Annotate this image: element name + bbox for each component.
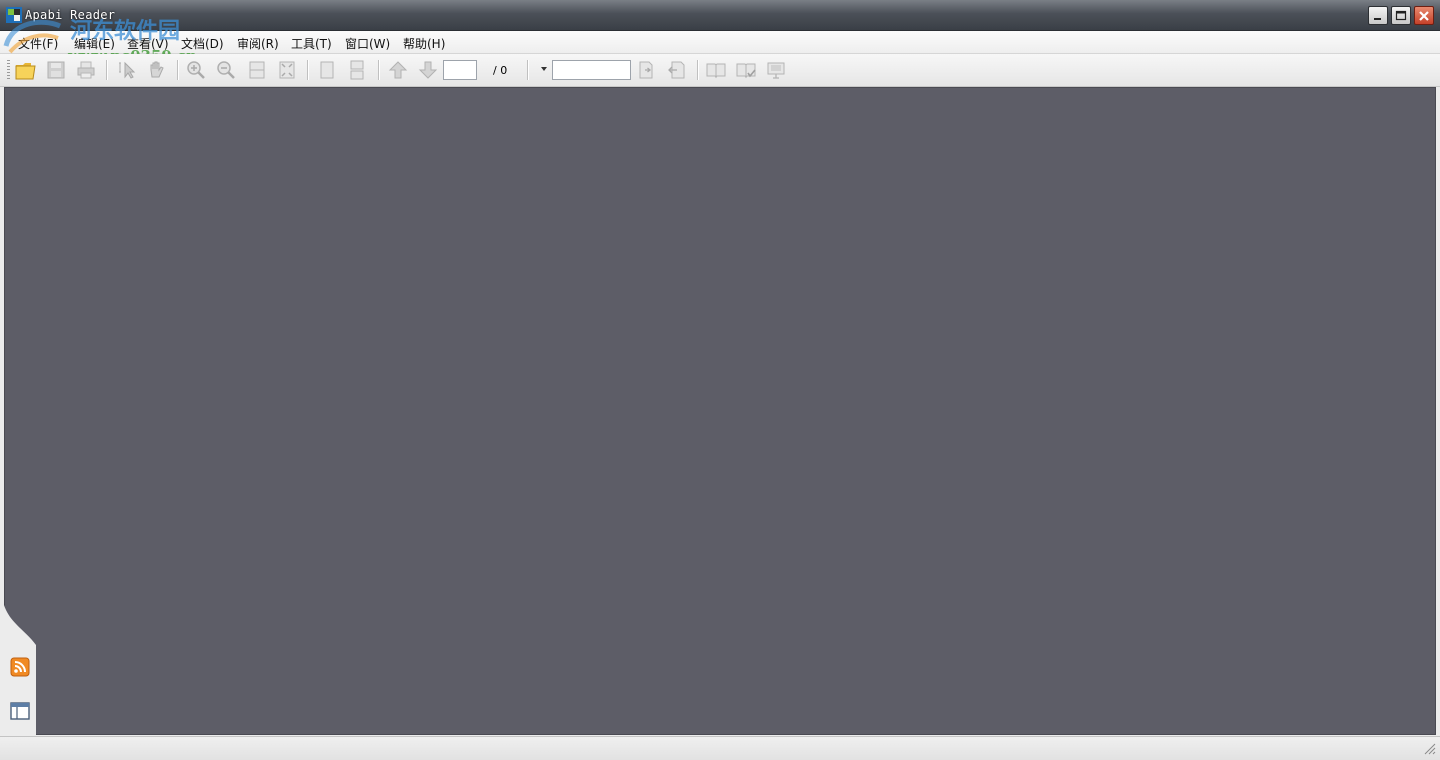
save-icon (47, 61, 65, 79)
zoom-in-icon (187, 61, 205, 79)
book-view-button[interactable] (704, 59, 728, 81)
rss-icon (10, 657, 30, 677)
status-bar (0, 736, 1440, 760)
minimize-button[interactable] (1368, 6, 1388, 25)
window-title: Apabi Reader (25, 8, 116, 22)
panel-layout-icon (10, 702, 30, 720)
fit-width-button[interactable] (245, 59, 269, 81)
select-tool-button[interactable] (114, 59, 138, 81)
panel-layout-button[interactable] (10, 701, 30, 721)
maximize-button[interactable] (1391, 6, 1411, 25)
close-button[interactable] (1414, 6, 1434, 25)
book-check-icon (736, 63, 756, 79)
open-button[interactable] (13, 59, 37, 81)
menu-view[interactable]: 查看(V) (127, 35, 169, 52)
toolbar (0, 54, 1440, 87)
fit-page-icon (279, 61, 295, 79)
find-previous-icon (668, 61, 685, 79)
print-button[interactable] (74, 59, 98, 81)
menu-review[interactable]: 审阅(R) (237, 35, 279, 52)
toolbar-separator (527, 60, 529, 80)
fit-width-icon (249, 61, 265, 79)
maximize-icon (1395, 10, 1407, 21)
hand-tool-button[interactable] (144, 59, 168, 81)
menu-file[interactable]: 文件(F) (18, 35, 58, 52)
zoom-out-icon (217, 61, 235, 79)
toolbar-separator (106, 60, 108, 80)
zoom-input[interactable] (552, 60, 631, 80)
folder-open-icon (15, 63, 36, 80)
continuous-page-icon (350, 60, 364, 80)
minimize-icon (1374, 18, 1381, 20)
fit-page-button[interactable] (275, 59, 299, 81)
toolbar-separator (177, 60, 179, 80)
open-book-icon (706, 63, 726, 79)
app-icon (6, 7, 22, 23)
toolbar-grip[interactable] (7, 60, 10, 80)
hand-icon (150, 61, 164, 78)
menu-edit[interactable]: 编辑(E) (74, 35, 115, 52)
page-number-input[interactable] (443, 60, 477, 80)
document-viewport[interactable] (4, 87, 1436, 735)
find-document-icon (639, 61, 653, 79)
presentation-icon (767, 62, 785, 79)
resize-grip-icon[interactable] (1422, 741, 1436, 755)
menu-help[interactable]: 帮助(H) (403, 35, 445, 52)
single-page-button[interactable] (315, 59, 339, 81)
arrow-up-icon (388, 61, 408, 79)
previous-page-button[interactable] (386, 59, 410, 81)
page-total: / 0 (493, 64, 508, 77)
text-select-cursor-icon (119, 61, 136, 79)
save-button[interactable] (44, 59, 68, 81)
toolbar-separator (697, 60, 699, 80)
title-bar[interactable]: Apabi Reader (0, 0, 1440, 31)
zoom-out-button[interactable] (214, 59, 238, 81)
menu-window[interactable]: 窗口(W) (345, 35, 390, 52)
search-previous-button[interactable] (664, 59, 688, 81)
menu-tools[interactable]: 工具(T) (291, 35, 332, 52)
fullscreen-button[interactable] (764, 59, 788, 81)
single-page-icon (320, 61, 334, 79)
side-panel-tab (4, 605, 36, 735)
close-icon (1419, 11, 1429, 21)
continuous-page-button[interactable] (345, 59, 369, 81)
printer-icon (77, 61, 95, 79)
rss-button[interactable] (10, 657, 30, 677)
toolbar-separator (307, 60, 309, 80)
search-button[interactable] (634, 59, 658, 81)
bookmark-view-button[interactable] (734, 59, 758, 81)
app-window: Apabi Reader 文件(F) 编辑(E) 查看(V) 文档(D) 审阅(… (0, 0, 1440, 760)
arrow-down-icon (418, 61, 438, 79)
menu-document[interactable]: 文档(D) (181, 35, 224, 52)
zoom-dropdown-arrow-icon[interactable] (540, 66, 548, 72)
zoom-in-button[interactable] (184, 59, 208, 81)
menu-bar: 文件(F) 编辑(E) 查看(V) 文档(D) 审阅(R) 工具(T) 窗口(W… (0, 31, 1440, 54)
next-page-button[interactable] (416, 59, 440, 81)
toolbar-separator (378, 60, 380, 80)
